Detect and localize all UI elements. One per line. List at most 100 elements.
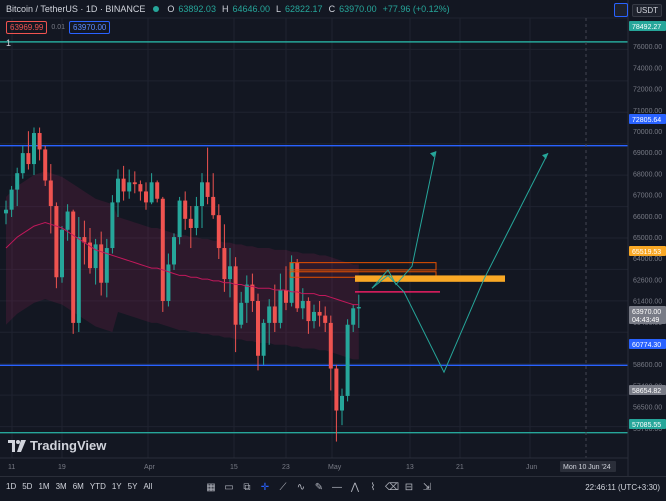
candle-body [284,290,288,303]
candle-body [345,324,350,396]
close-label: C [328,4,336,14]
timeframe-5y[interactable]: 5Y [128,482,138,491]
timeframe-3m[interactable]: 3M [56,482,67,491]
candle-body [26,153,31,165]
candle-body [172,237,176,265]
candle-body [99,244,104,283]
timeframe-all[interactable]: All [143,482,152,491]
candle-body [155,182,160,199]
currency-panel: USDT [614,3,662,17]
price-tick-label: 69000.00 [633,150,662,157]
price-tick-label: 62600.00 [633,277,662,284]
eraser-icon[interactable]: ⌫ [385,482,399,494]
candle-body [15,173,20,190]
zigzag-icon[interactable]: ⋀ [349,482,361,494]
buy-button[interactable]: 63970.00 [69,21,111,34]
sell-button[interactable]: 63969.99 [6,21,48,34]
candle-body [216,215,221,249]
candle-body [312,311,316,322]
measure-icon[interactable]: ⇲ [421,482,433,494]
open-value: 63892.03 [178,4,216,14]
candle-body [272,306,277,323]
candle-body [43,149,48,181]
price-label: 72805.64 [632,117,661,124]
tradingview-logo: TradingView [8,438,106,453]
candle-body [65,211,70,230]
candle-body [188,218,193,228]
timeframe-1m[interactable]: 1M [38,482,49,491]
price-label: 78492.27 [632,24,661,31]
timeframe-1d[interactable]: 1D [6,482,16,491]
bid-ask-panel: 63969.99 0.01 63970.00 [6,21,111,34]
candle-body [177,200,182,238]
bar-replay-icon[interactable]: ⧉ [241,482,253,494]
brush-icon[interactable]: ✎ [313,482,325,494]
candle-body [60,229,64,278]
price-tick-label: 76000.00 [633,44,662,51]
price-label: 65519.53 [632,249,661,256]
high-value: 64646.00 [232,4,270,14]
candle-body [340,395,344,411]
timeframe-6m[interactable]: 6M [73,482,84,491]
trendline-icon[interactable]: ⟋ [277,482,289,494]
price-tick-label: 70000.00 [633,129,662,136]
low-label: L [276,4,282,14]
timeframe-selector: 1D 5D 1M 3M 6M YTD 1Y 5Y All [6,482,152,491]
candle-body [93,244,98,269]
candle-body [71,211,76,323]
candle-body [4,209,8,214]
countdown-label: 04:43:49 [632,317,659,324]
polyline-icon[interactable]: ⌇ [367,482,379,494]
candle-body [334,368,339,411]
candle-body [110,202,115,249]
crosshair-icon[interactable]: ✛ [259,482,271,494]
support-resistance-zone [355,275,505,282]
price-tick-label: 61400.00 [633,299,662,306]
candle-body [160,198,165,301]
time-tick-label: 21 [456,464,464,471]
candle-body [317,311,322,316]
candle-body [138,184,143,192]
timeframe-ytd[interactable]: YTD [90,482,106,491]
candle-body [149,182,154,203]
ma-cloud [6,171,359,360]
candle-body [261,322,266,356]
timeframe-5d[interactable]: 5D [22,482,32,491]
symbol-name[interactable]: Bitcoin / TetherUS · 1D · BINANCE [6,4,145,14]
candle-body [200,182,204,207]
time-tick-label: May [328,464,342,471]
candle-body [244,284,249,303]
candle-body [233,266,238,325]
candle-body [328,322,333,369]
bottom-toolbar: 1D 5D 1M 3M 6M YTD 1Y 5Y All ▦ ▭ ⧉ ✛ ⟋ ∿ ✎ — ⋀ ⌇ ⌫ ⊟ ⇲ 22:46… [0,476,666,501]
price-tick-label: 58600.00 [633,362,662,369]
path-icon[interactable]: ∿ [295,482,307,494]
candle-body [48,180,53,207]
candle-body [144,191,148,203]
candle-body [37,133,42,150]
price-tick-label: 64000.00 [633,256,662,263]
candle-body [205,182,210,197]
candle-body [267,306,272,323]
currency-button[interactable]: USDT [632,3,662,17]
candle-body [222,248,227,280]
timeframe-1y[interactable]: 1Y [112,482,122,491]
candle-body [32,133,36,165]
price-tick-label: 56500.00 [633,405,662,412]
open-label: O [167,4,175,14]
price-tick-label: 67000.00 [633,193,662,200]
projection-path [371,151,437,289]
horizontal-line-icon[interactable]: — [331,482,343,494]
price-chart[interactable]: 78000.0076000.0074000.0072000.0071000.00… [0,0,666,500]
ruler-icon[interactable]: ⊟ [403,482,415,494]
price-label: 57085.55 [632,422,661,429]
calendar-icon[interactable]: ▦ [205,482,217,494]
price-label: 63970.00 [632,309,661,316]
candle-body [323,315,328,323]
settings-icon[interactable] [614,3,629,17]
candle-body [116,178,120,203]
rectangle-icon[interactable]: ▭ [223,482,235,494]
time-tick-label: 19 [58,464,66,471]
candle-body [132,182,137,185]
candle-body [351,308,356,325]
